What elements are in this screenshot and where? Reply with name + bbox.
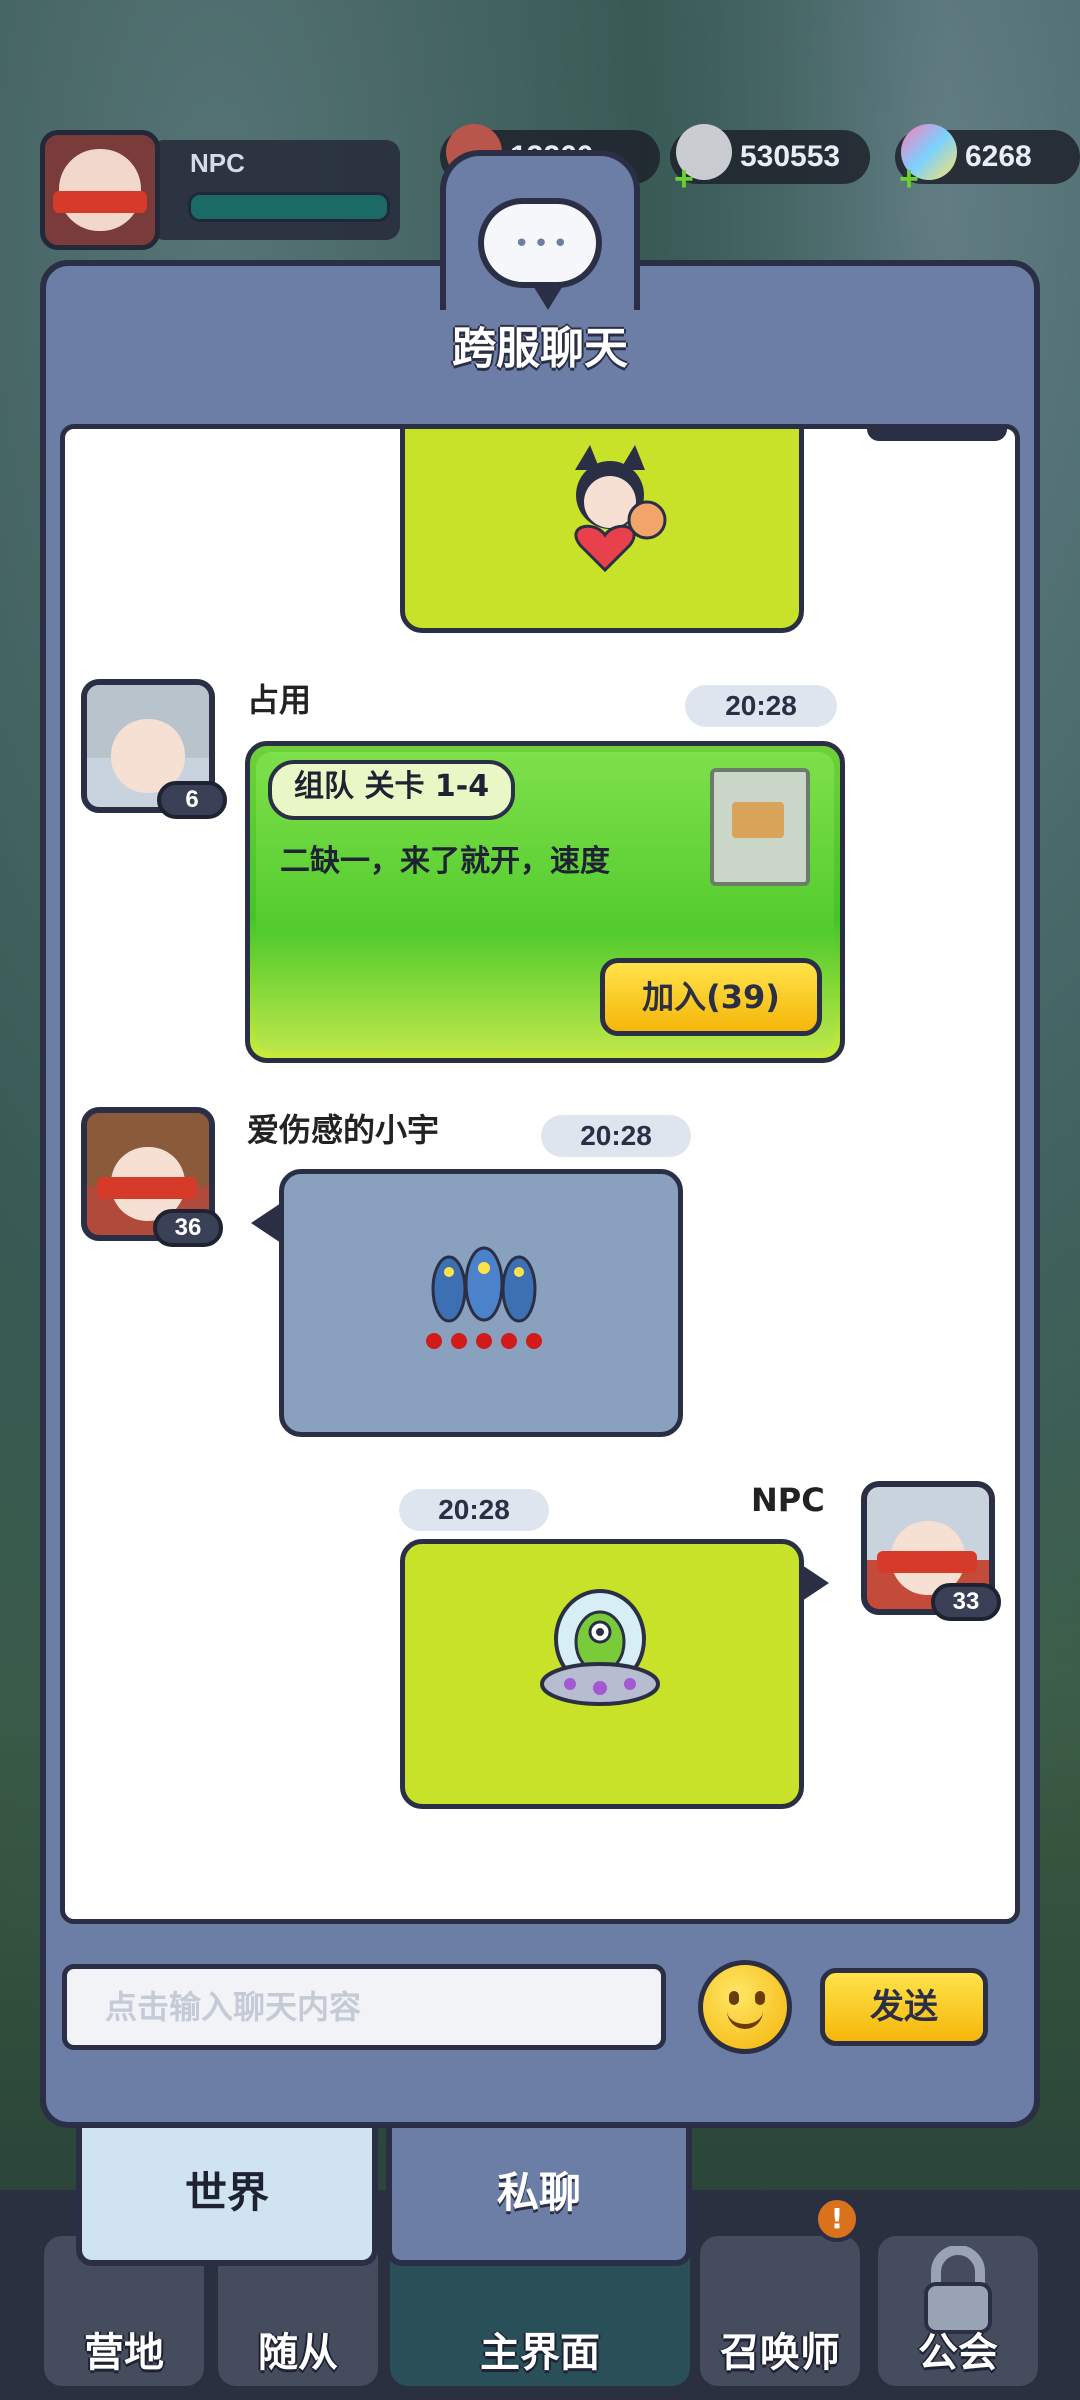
- message-bubble: [400, 1539, 804, 1809]
- join-team-button[interactable]: 加入(39): [600, 958, 822, 1036]
- emoji-eye: [755, 1991, 765, 2005]
- team-stage-tag: 组队 关卡 1-4: [268, 760, 516, 820]
- nav-camp-label: 营地: [84, 2330, 164, 2376]
- nav-summoner-label: 召唤师: [720, 2330, 840, 2376]
- avatar-headband: [877, 1551, 977, 1573]
- avatar-headband: [97, 1177, 197, 1199]
- send-button[interactable]: 发送: [820, 1968, 988, 2046]
- emoji-mouth: [727, 2011, 763, 2029]
- message-time: 20:28: [685, 685, 837, 727]
- panel-title: 跨服聊天: [452, 323, 628, 374]
- time-chip-partial: [867, 429, 1007, 441]
- player-info-box: [150, 140, 400, 240]
- resource-gem[interactable]: + 6268: [895, 124, 1080, 196]
- notification-badge: !: [814, 2196, 860, 2242]
- level-badge: 6: [157, 781, 227, 819]
- message-bubble: [400, 429, 804, 633]
- fish-squad-sticker: [426, 1246, 542, 1349]
- player-avatar[interactable]: [40, 130, 160, 250]
- player-name: NPC: [190, 148, 245, 178]
- tab-private-chat[interactable]: 私聊: [386, 2128, 692, 2266]
- emoji-button[interactable]: [698, 1960, 792, 2054]
- alien-ufo-sticker: [540, 1589, 660, 1706]
- player-exp-bar: [188, 192, 390, 222]
- nav-followers-label: 随从: [258, 2330, 338, 2376]
- username: 占用: [247, 681, 312, 719]
- resource-ore-value: 530553: [740, 140, 841, 173]
- team-message: 二缺一，来了就开，速度: [280, 844, 610, 879]
- level-badge: 36: [153, 1209, 223, 1247]
- message-bubble: [279, 1169, 683, 1437]
- emoji-eye: [729, 1991, 739, 2005]
- fox-girl-heart-sticker: [574, 445, 667, 573]
- castle-icon: [710, 768, 810, 886]
- username: 爱伤感的小宇: [247, 1111, 440, 1149]
- chat-bubble-icon: •••: [478, 198, 602, 310]
- message-time: 20:28: [399, 1489, 549, 1531]
- add-ore-icon[interactable]: +: [674, 162, 694, 196]
- tab-world[interactable]: 世界: [76, 2128, 378, 2266]
- chat-input[interactable]: 点击输入聊天内容: [62, 1964, 666, 2050]
- username: NPC: [751, 1481, 825, 1519]
- add-gem-icon[interactable]: +: [899, 162, 919, 196]
- avatar-face: [59, 149, 141, 231]
- nav-guild-label: 公会: [918, 2330, 998, 2376]
- bubble-tail: [251, 1203, 281, 1243]
- resource-ore[interactable]: + 530553: [670, 124, 870, 196]
- message-time: 20:28: [541, 1115, 691, 1157]
- team-invite-card: 组队 关卡 1-4 二缺一，来了就开，速度 加入(39): [245, 741, 845, 1063]
- resource-gem-value: 6268: [965, 140, 1032, 173]
- level-badge: 33: [931, 1583, 1001, 1621]
- chat-message-list[interactable]: 6 占用 20:28 组队 关卡 1-4 二缺一，来了就开，速度 加入(39) …: [60, 424, 1020, 1924]
- nav-main-label: 主界面: [480, 2330, 600, 2376]
- avatar-headband: [53, 191, 147, 213]
